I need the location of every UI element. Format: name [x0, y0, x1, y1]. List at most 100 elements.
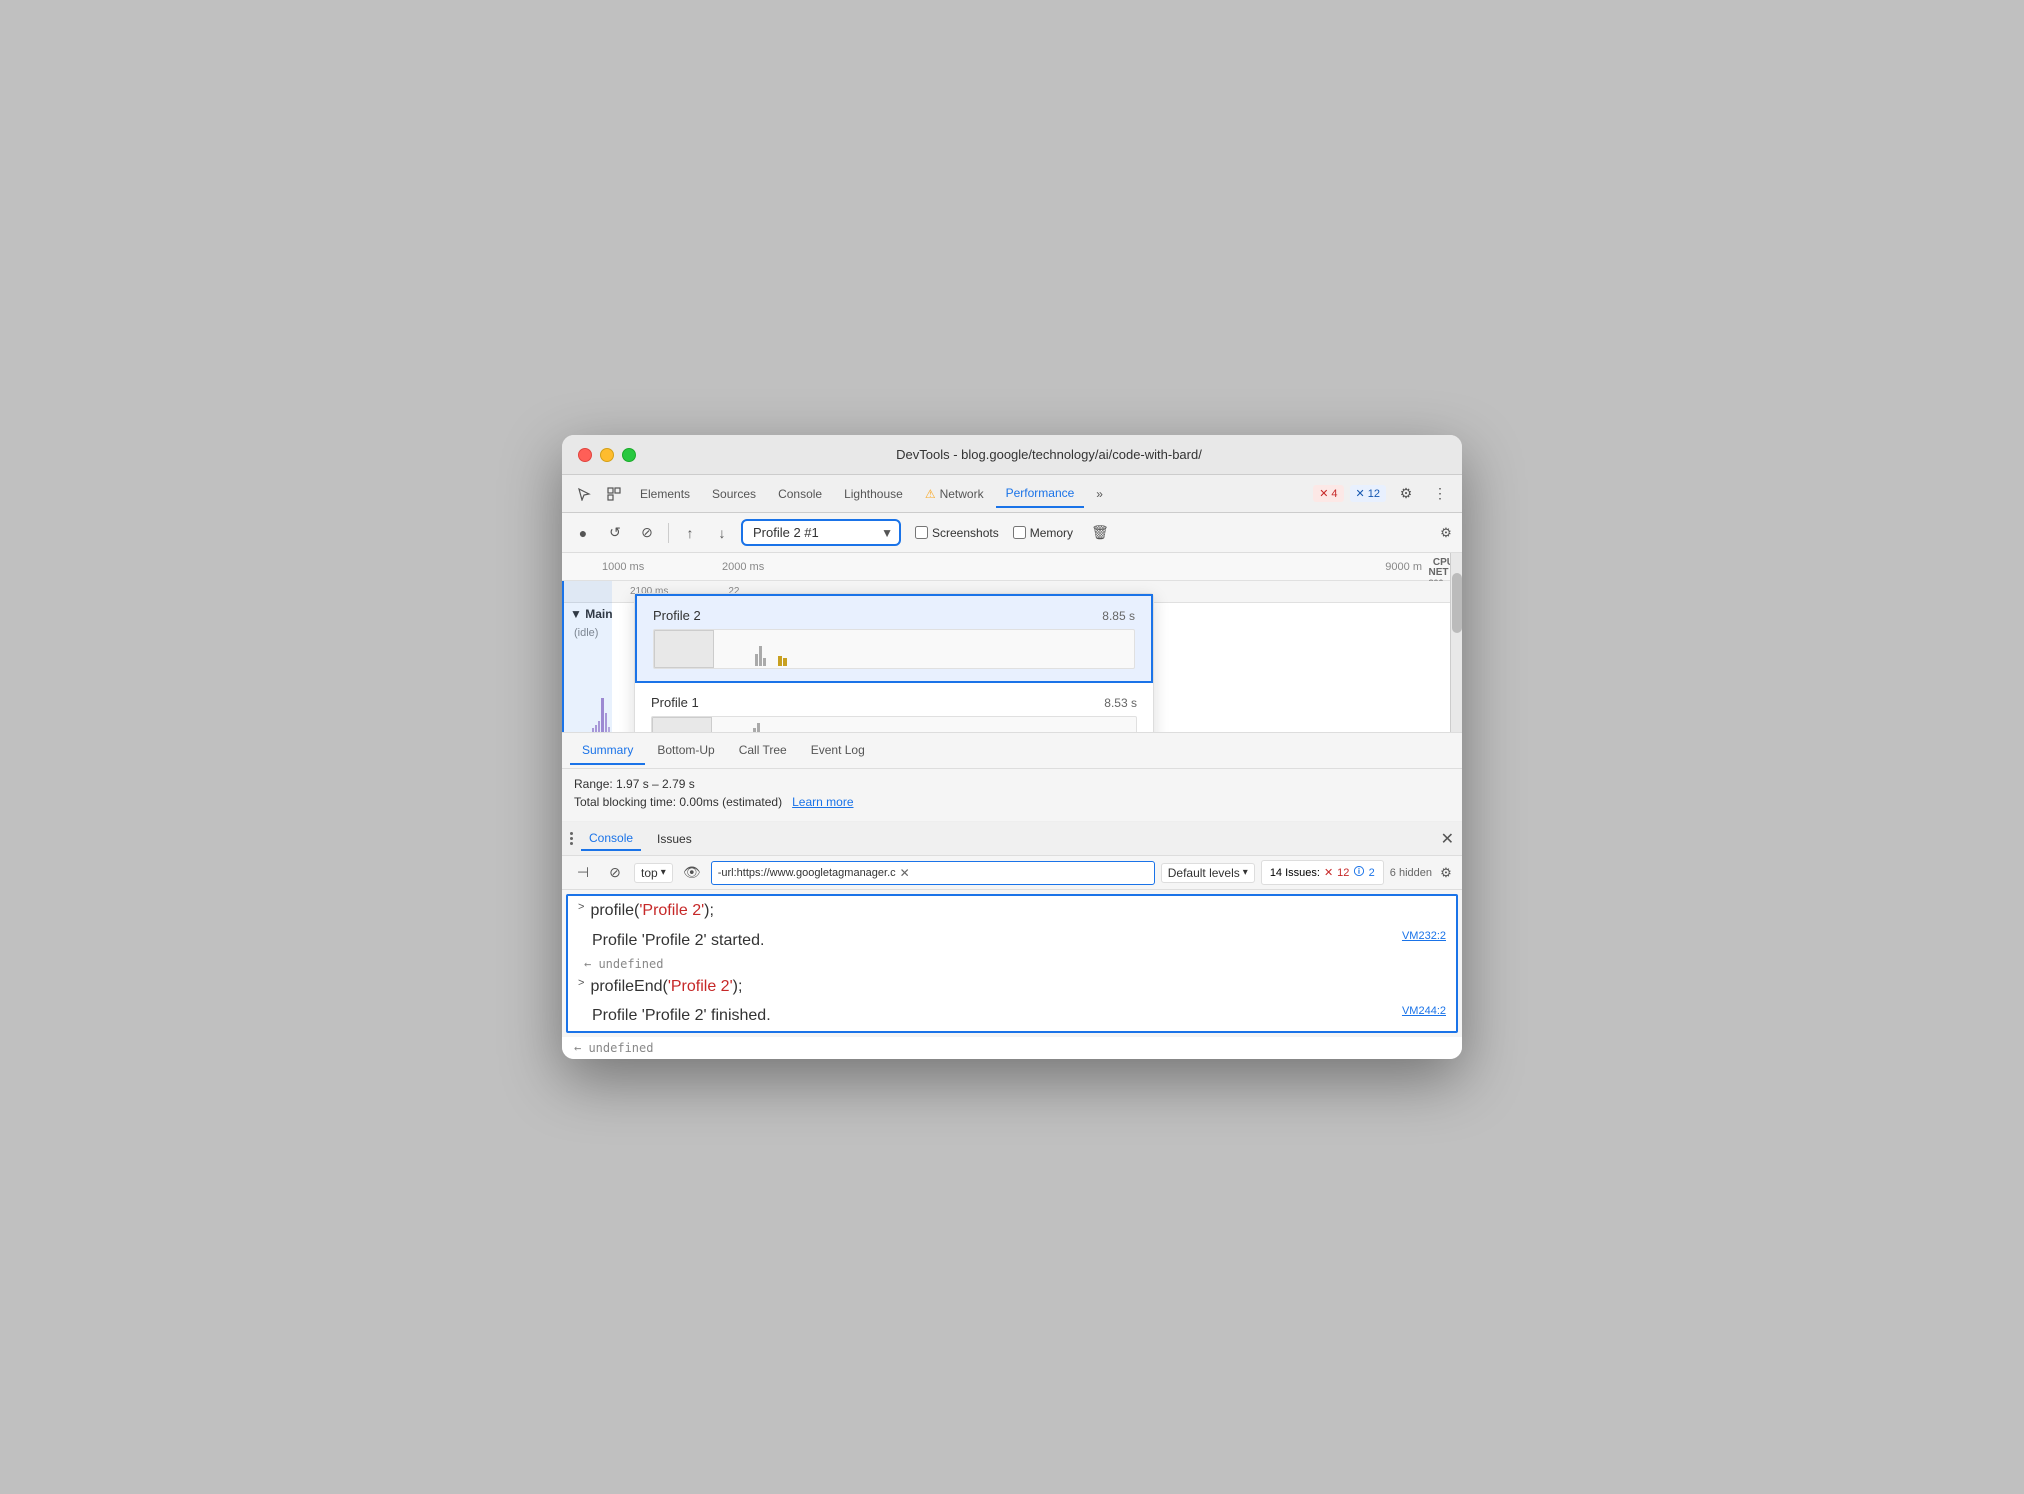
- input-arrow-icon: >: [578, 899, 584, 917]
- refresh-record-button[interactable]: ↺: [602, 520, 628, 546]
- filter-value: -url:https://www.googletagmanager.c: [718, 867, 896, 879]
- upload-button[interactable]: ↑: [677, 520, 703, 546]
- blocking-time-text: Total blocking time: 0.00ms (estimated): [574, 795, 782, 809]
- profile2-thumbnail: [654, 630, 714, 668]
- vm244-link[interactable]: VM244:2: [1402, 1003, 1446, 1021]
- input-arrow-icon-2: >: [578, 975, 584, 993]
- memory-checkbox[interactable]: [1013, 526, 1026, 539]
- console-line-4: > profileEnd('Profile 2');: [568, 972, 1456, 1002]
- mc-bar-yellow: [778, 656, 782, 666]
- warning-count: 12: [1368, 488, 1380, 500]
- levels-arrow-icon: ▾: [1243, 867, 1248, 878]
- tab-end-buttons: ✕ 4 ✕ 12 ⚙ ⋮: [1313, 480, 1454, 508]
- profile-dropdown-menu: Profile 2 8.85 s: [634, 593, 1154, 733]
- settings-icon-btn[interactable]: ⚙: [1392, 480, 1420, 508]
- checkbox-group: Screenshots Memory 🗑: [915, 520, 1113, 546]
- console-line-5-text: Profile 'Profile 2' finished.: [578, 1003, 1396, 1029]
- console-line-2-text: Profile 'Profile 2' started.: [578, 928, 1396, 954]
- filter-clear-icon[interactable]: ✕: [900, 866, 910, 880]
- tab-bottom-up[interactable]: Bottom-Up: [645, 737, 726, 765]
- dropdown-item-profile2[interactable]: Profile 2 8.85 s: [635, 594, 1153, 683]
- bar: [598, 721, 600, 733]
- vertical-scrollbar[interactable]: [1450, 553, 1462, 732]
- tab-call-tree[interactable]: Call Tree: [727, 737, 799, 765]
- more-options-icon-btn[interactable]: ⋮: [1426, 480, 1454, 508]
- console-clear-button[interactable]: ⊘: [602, 860, 628, 886]
- mc-bar: [753, 728, 756, 733]
- issues-label: 14 Issues:: [1270, 867, 1320, 879]
- tab-lighthouse[interactable]: Lighthouse: [834, 481, 913, 507]
- learn-more-link[interactable]: Learn more: [792, 795, 853, 809]
- console-close-button[interactable]: ✕: [1441, 829, 1454, 849]
- performance-area: 1000 ms 2000 ms 9000 m CPU NET800 m 2100…: [562, 553, 1462, 733]
- profile2-preview: [653, 629, 1135, 669]
- clear-recordings-button[interactable]: 🗑: [1087, 520, 1113, 546]
- console-filter-input[interactable]: -url:https://www.googletagmanager.c ✕: [711, 861, 1155, 885]
- tab-console[interactable]: Console: [768, 481, 832, 507]
- tab-sources[interactable]: Sources: [702, 481, 766, 507]
- perf-settings-button[interactable]: ⚙: [1438, 525, 1454, 541]
- eye-icon-button[interactable]: 👁: [679, 860, 705, 886]
- toolbar-right: ⚙: [1438, 525, 1454, 541]
- performance-toolbar: ● ↺ ⊘ ↑ ↓ Profile 2 #1Profile 1 #1 ▼ Scr…: [562, 513, 1462, 553]
- memory-checkbox-label[interactable]: Memory: [1013, 526, 1073, 540]
- levels-dropdown[interactable]: Default levels ▾: [1161, 863, 1255, 883]
- warning-badge[interactable]: ✕ 12: [1350, 485, 1386, 502]
- error-badge[interactable]: ✕ 4: [1313, 485, 1343, 502]
- issues-count-badge[interactable]: 14 Issues: ✕ 12 🛈 2: [1261, 860, 1384, 885]
- profile-dropdown[interactable]: Profile 2 #1Profile 1 #1 ▼: [741, 519, 901, 546]
- console-settings-button[interactable]: ⚙: [1438, 865, 1454, 881]
- issues-panel-tab[interactable]: Issues: [649, 828, 700, 850]
- dropdown-item-profile1[interactable]: Profile 1 8.53 s: [635, 683, 1153, 733]
- mc-bar-yellow2: [783, 658, 787, 666]
- tab-event-log[interactable]: Event Log: [799, 737, 877, 765]
- inspect-icon-btn[interactable]: [600, 480, 628, 508]
- download-button[interactable]: ↓: [709, 520, 735, 546]
- issues-info-icon: 🛈: [1353, 863, 1364, 882]
- profile2-minichart: [722, 630, 1134, 668]
- vm232-link[interactable]: VM232:2: [1402, 928, 1446, 946]
- profile1-name: Profile 1: [651, 695, 699, 710]
- context-selector[interactable]: top ▾: [634, 863, 673, 883]
- scrollbar-thumb[interactable]: [1452, 573, 1462, 633]
- cancel-record-button[interactable]: ⊘: [634, 520, 660, 546]
- drag-dot: [570, 832, 573, 835]
- close-button[interactable]: [578, 448, 592, 462]
- bar: [605, 713, 607, 733]
- tab-summary[interactable]: Summary: [570, 737, 645, 765]
- cursor-icon-btn[interactable]: [570, 480, 598, 508]
- tab-performance[interactable]: Performance: [996, 480, 1085, 508]
- network-warning-icon: ⚠: [925, 487, 936, 501]
- dropdown-item-header-profile2: Profile 2 8.85 s: [653, 608, 1135, 623]
- tab-more[interactable]: »: [1086, 481, 1113, 507]
- minimize-button[interactable]: [600, 448, 614, 462]
- maximize-button[interactable]: [622, 448, 636, 462]
- tab-elements[interactable]: Elements: [630, 481, 700, 507]
- console-drag-handle[interactable]: [570, 832, 573, 845]
- bar: [608, 727, 610, 733]
- issues-info-count: 2: [1369, 867, 1375, 879]
- console-panel-tab[interactable]: Console: [581, 827, 641, 851]
- mc-bar: [757, 723, 760, 733]
- error-count: 4: [1331, 488, 1337, 500]
- memory-label: Memory: [1030, 526, 1073, 540]
- mc-bar: [755, 654, 758, 666]
- traffic-lights: [578, 448, 636, 462]
- sidebar-toggle-button[interactable]: ⊣: [570, 860, 596, 886]
- timeline-9000ms: 9000 m: [1385, 561, 1422, 573]
- profile-select[interactable]: Profile 2 #1Profile 1 #1: [741, 519, 901, 546]
- console-content: > profile('Profile 2'); Profile 'Profile…: [566, 894, 1458, 1032]
- tab-network[interactable]: ⚠ Network: [915, 481, 994, 507]
- levels-label: Default levels: [1168, 866, 1240, 880]
- timeline-1000ms: 1000 ms: [602, 561, 644, 573]
- screenshots-checkbox[interactable]: [915, 526, 928, 539]
- context-arrow-icon: ▾: [661, 867, 666, 878]
- screenshots-checkbox-label[interactable]: Screenshots: [915, 526, 999, 540]
- profile1-thumbnail: [652, 717, 712, 733]
- profile1-preview: [651, 716, 1137, 733]
- record-button[interactable]: ●: [570, 520, 596, 546]
- console-toolbar: ⊣ ⊘ top ▾ 👁 -url:https://www.googletagma…: [562, 856, 1462, 890]
- bottom-undefined: ← undefined: [562, 1037, 1462, 1059]
- console-undefined-1: ← undefined: [568, 956, 1456, 972]
- dropdown-item-header-profile1: Profile 1 8.53 s: [651, 695, 1137, 710]
